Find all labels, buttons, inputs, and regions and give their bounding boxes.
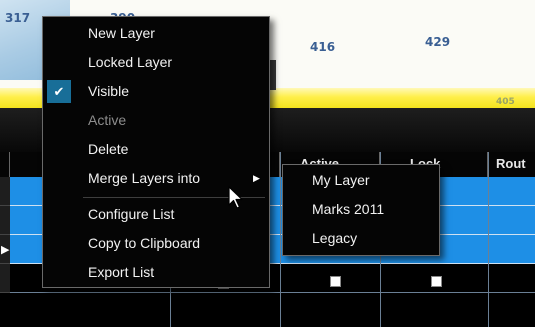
submenu-item-my-layer[interactable]: My Layer: [283, 166, 439, 195]
menu-item-label: Active: [88, 112, 127, 128]
map-label-317: 317: [5, 11, 31, 25]
row-pointer-icon: ▶: [1, 244, 10, 256]
menu-item-visible[interactable]: ✔ Visible: [43, 77, 269, 106]
menu-item-label: Locked Layer: [88, 54, 173, 70]
grid-header-rout[interactable]: Rout: [488, 152, 535, 177]
menu-item-export-list[interactable]: Export List: [43, 258, 269, 287]
lock-checkbox[interactable]: [431, 276, 442, 287]
menu-item-label: New Layer: [88, 25, 155, 41]
grid-header-corner: [0, 152, 10, 177]
submenu-item-legacy[interactable]: Legacy: [283, 224, 439, 253]
column-divider: [488, 152, 489, 327]
menu-item-label: Delete: [88, 141, 129, 157]
menu-item-label: Visible: [88, 83, 129, 99]
column-divider: [280, 152, 281, 327]
merge-layers-submenu: My Layer Marks 2011 Legacy: [282, 164, 440, 256]
menu-item-new-layer[interactable]: New Layer: [43, 19, 269, 48]
submenu-item-label: My Layer: [312, 172, 370, 188]
menu-item-label: Merge Layers into: [88, 170, 201, 186]
map-label-416: 416: [310, 40, 336, 54]
check-icon: ✔: [47, 80, 71, 103]
menu-item-delete[interactable]: Delete: [43, 135, 269, 164]
active-checkbox[interactable]: [330, 276, 341, 287]
mouse-pointer-icon: [228, 186, 243, 209]
menu-item-label: Export List: [88, 264, 155, 280]
submenu-item-label: Legacy: [312, 230, 358, 246]
layer-context-menu: New Layer Locked Layer ✔ Visible Active …: [42, 16, 270, 288]
menu-item-active: Active: [43, 106, 269, 135]
menu-item-label: Copy to Clipboard: [88, 235, 201, 251]
row-selector[interactable]: [0, 177, 10, 206]
menu-item-copy-to-clipboard[interactable]: Copy to Clipboard: [43, 229, 269, 258]
submenu-item-label: Marks 2011: [312, 201, 385, 217]
submenu-arrow-icon: ▶: [253, 173, 260, 183]
row-selector[interactable]: [0, 264, 10, 293]
menu-item-locked-layer[interactable]: Locked Layer: [43, 48, 269, 77]
row-selector[interactable]: ▶: [0, 235, 10, 264]
submenu-item-marks-2011[interactable]: Marks 2011: [283, 195, 439, 224]
map-label-405: 405: [496, 97, 515, 107]
row-selector[interactable]: [0, 206, 10, 235]
menu-item-label: Configure List: [88, 206, 175, 222]
map-label-429: 429: [425, 35, 451, 49]
